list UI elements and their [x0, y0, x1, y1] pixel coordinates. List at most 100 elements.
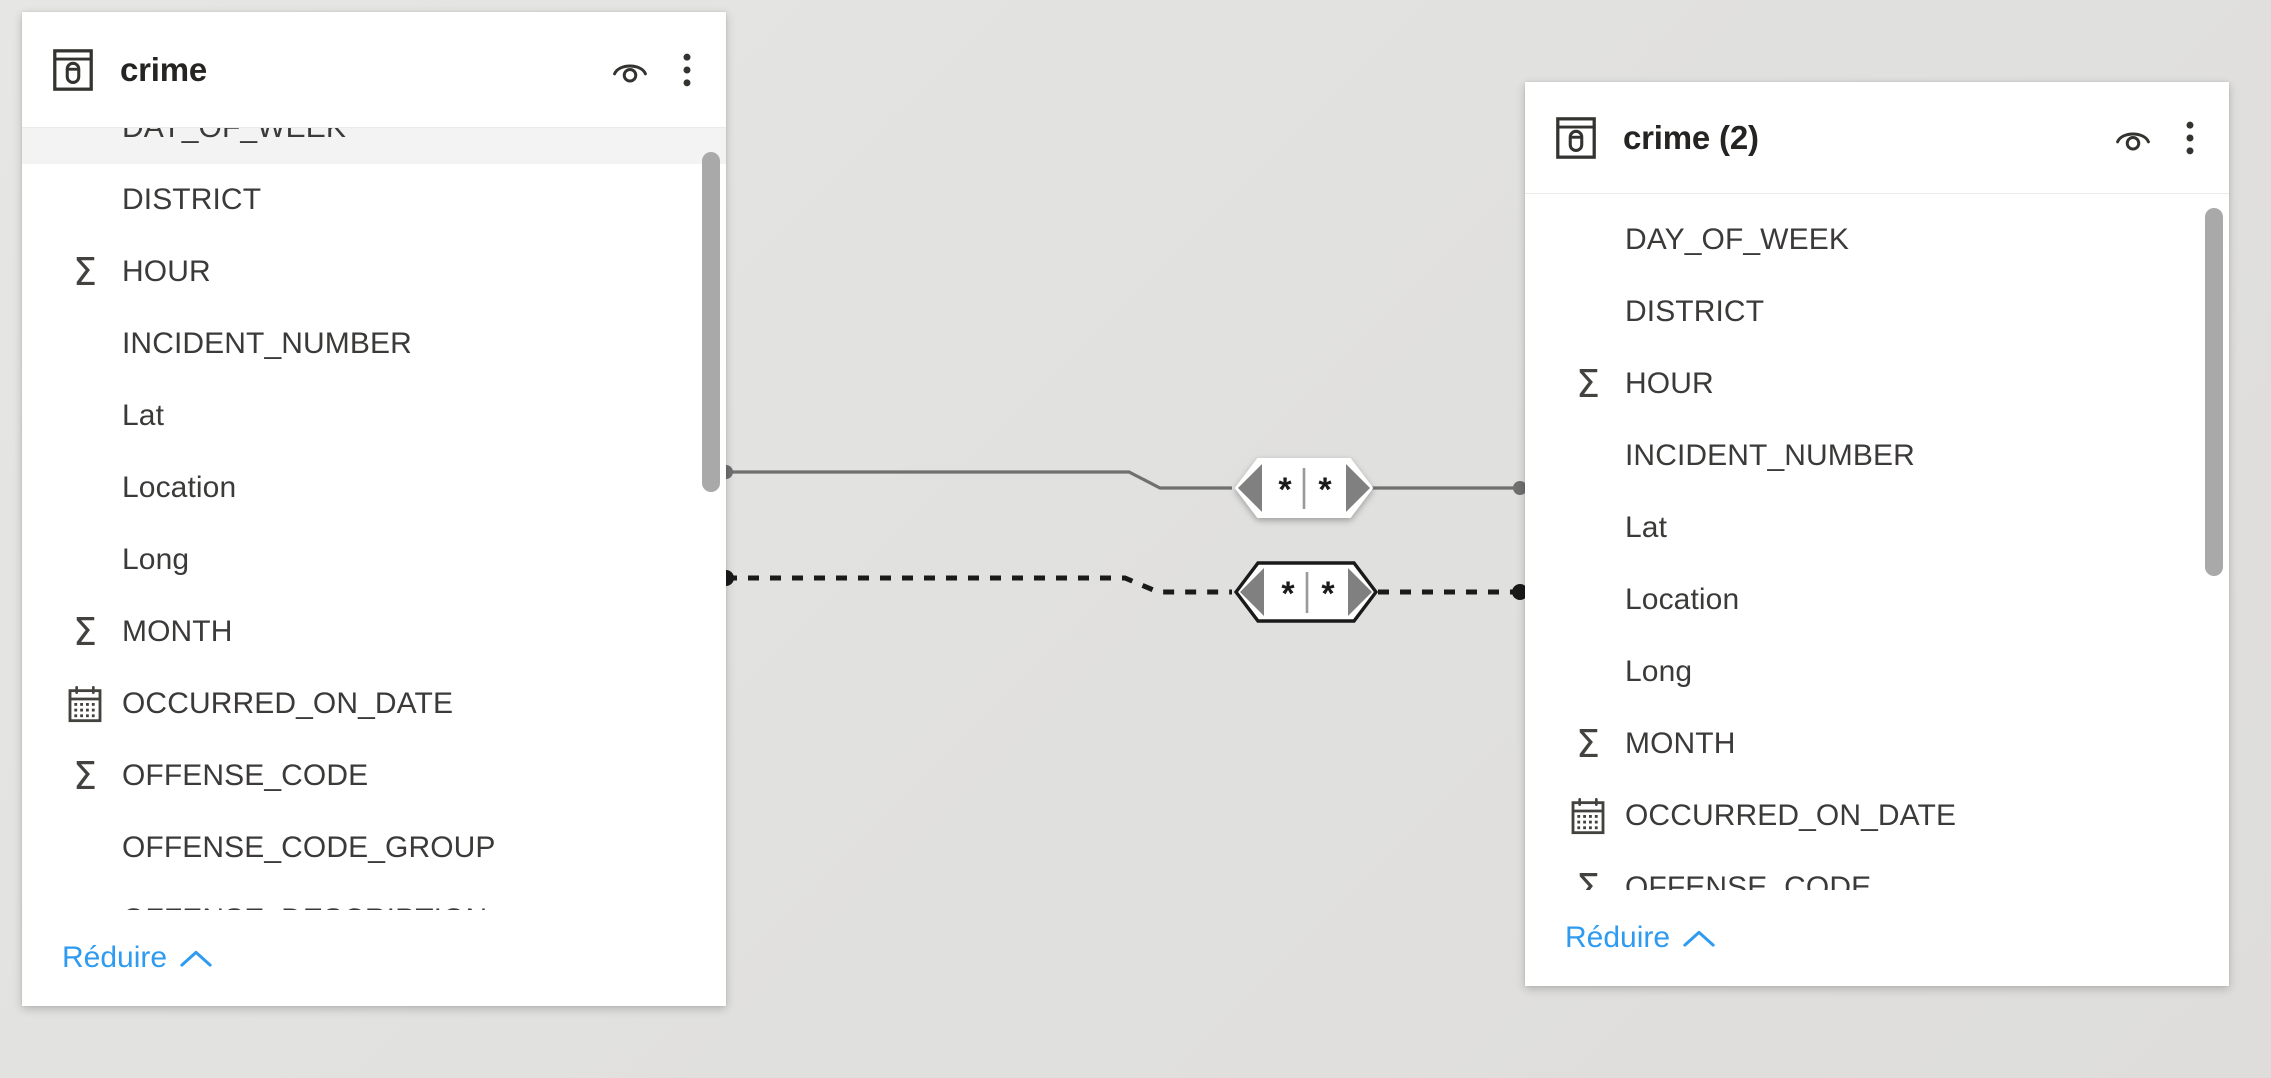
field-row[interactable]: Location	[22, 452, 726, 524]
field-name: OFFENSE_CODE	[1625, 871, 1872, 890]
badge-body	[1233, 561, 1379, 623]
eye-preview-icon[interactable]	[2111, 116, 2155, 160]
field-icon-placeholder	[1565, 217, 1611, 263]
sum-aggregate-icon: Σ	[1575, 722, 1600, 766]
field-name: HOUR	[122, 255, 211, 288]
relationship-line-inactive-left	[726, 575, 1232, 595]
field-row[interactable]: INCIDENT_NUMBER	[1525, 420, 2229, 492]
field-name: DISTRICT	[122, 183, 262, 216]
badge-cardinality-left: *	[1278, 471, 1292, 509]
badge-arrow-left	[1238, 464, 1262, 512]
field-icon-placeholder	[1565, 289, 1611, 335]
badge-cardinality-left: *	[1281, 575, 1295, 613]
field-row[interactable]: Σ HOUR	[22, 236, 726, 308]
badge-cardinality-right: *	[1318, 471, 1332, 509]
collapse-button[interactable]: Réduire	[1565, 921, 1716, 955]
more-options-icon[interactable]	[674, 48, 700, 92]
field-name: Long	[122, 543, 190, 576]
field-icon-placeholder	[1565, 433, 1611, 479]
vertical-scrollbar[interactable]	[702, 152, 720, 492]
field-icon-placeholder	[1565, 577, 1611, 623]
field-list-scroll-container: DAY_OF_WEEK DISTRICT Σ HOUR INCIDENT_NUMBER L…	[22, 128, 726, 910]
collapse-label: Réduire	[1565, 921, 1671, 954]
field-name: OFFENSE_DESCRIPTION	[122, 903, 487, 910]
field-name: INCIDENT_NUMBER	[122, 327, 412, 360]
field-list-scroll-container: DAY_OF_WEEK DISTRICT Σ HOUR INCIDENT_NUMBER L…	[1525, 204, 2229, 890]
cardinality-badge-active[interactable]: * *	[1234, 458, 1374, 518]
field-row[interactable]: OFFENSE_CODE_GROUP	[22, 812, 726, 884]
field-row[interactable]: Σ MONTH	[22, 596, 726, 668]
more-options-icon[interactable]	[2177, 116, 2203, 160]
field-name: OCCURRED_ON_DATE	[122, 687, 454, 720]
table-icon	[1553, 115, 1599, 161]
field-name: Location	[122, 471, 237, 504]
relationship-line-active-left	[726, 470, 1232, 490]
field-row[interactable]: DAY_OF_WEEK	[22, 128, 726, 164]
table-title: crime	[120, 50, 208, 88]
table-card-header[interactable]: crime	[22, 12, 726, 128]
field-row[interactable]: Σ OFFENSE_CODE	[1525, 852, 2229, 890]
table-card-footer: Réduire	[1525, 890, 2229, 986]
table-card-header[interactable]: crime (2)	[1525, 82, 2229, 194]
field-row[interactable]: Location	[1525, 564, 2229, 636]
field-name: HOUR	[1625, 367, 1714, 400]
field-row[interactable]: OCCURRED_ON_DATE	[1525, 780, 2229, 852]
chevron-up-icon	[179, 948, 213, 968]
cardinality-badge-inactive[interactable]: * *	[1233, 561, 1379, 623]
chevron-up-icon	[1682, 928, 1716, 948]
field-row[interactable]: Long	[1525, 636, 2229, 708]
field-name: Lat	[1625, 511, 1668, 544]
field-name: Long	[1625, 655, 1693, 688]
field-row[interactable]: Lat	[22, 380, 726, 452]
field-row[interactable]: Lat	[1525, 492, 2229, 564]
model-relationship-canvas[interactable]: * * * * crime DISTRICT Σ HOUR INCIDENT_N…	[0, 0, 2271, 1078]
calendar-date-icon	[1565, 793, 1611, 839]
relationship-active[interactable]	[719, 465, 1527, 495]
field-row[interactable]: Long	[22, 524, 726, 596]
field-icon-placeholder	[1565, 649, 1611, 695]
field-name: DAY_OF_WEEK	[122, 128, 346, 145]
field-name: Lat	[122, 399, 165, 432]
badge-body	[1234, 458, 1374, 518]
table-card-footer: Réduire	[22, 910, 726, 1006]
badge-cardinality-right: *	[1321, 575, 1335, 613]
field-row[interactable]: INCIDENT_NUMBER	[22, 308, 726, 380]
field-row[interactable]: OCCURRED_ON_DATE	[22, 668, 726, 740]
field-name: OFFENSE_CODE	[122, 759, 369, 792]
relationship-inactive[interactable]	[718, 570, 1528, 600]
table-card-crime-2[interactable]: crime (2) DAY_OF_WEEK DISTRICT Σ HOUR INCIDE…	[1525, 82, 2229, 986]
field-icon-placeholder	[62, 465, 108, 511]
field-name: Location	[1625, 583, 1740, 616]
field-row[interactable]: DISTRICT	[1525, 276, 2229, 348]
field-name: MONTH	[122, 615, 233, 648]
badge-arrow-left	[1240, 568, 1264, 616]
sum-aggregate-icon: Σ	[1575, 362, 1600, 406]
field-icon-placeholder	[62, 128, 108, 151]
badge-arrow-right	[1346, 464, 1370, 512]
field-icon-placeholder	[62, 177, 108, 223]
field-row[interactable]: Σ MONTH	[1525, 708, 2229, 780]
field-icon-placeholder	[62, 897, 108, 910]
field-row[interactable]: DAY_OF_WEEK	[1525, 204, 2229, 276]
field-name: DISTRICT	[1625, 295, 1765, 328]
field-name: MONTH	[1625, 727, 1736, 760]
calendar-date-icon	[62, 681, 108, 727]
field-list-crime[interactable]: DAY_OF_WEEK DISTRICT Σ HOUR INCIDENT_NUMBER L…	[22, 128, 726, 910]
vertical-scrollbar[interactable]	[2205, 208, 2223, 576]
collapse-button[interactable]: Réduire	[62, 941, 213, 975]
field-name: OCCURRED_ON_DATE	[1625, 799, 1957, 832]
table-card-crime[interactable]: crime DAY_OF_WEEK DISTRICT Σ HOUR INCIDENT_N…	[22, 12, 726, 1006]
field-row[interactable]: OFFENSE_DESCRIPTION	[22, 884, 726, 910]
field-row[interactable]: Σ HOUR	[1525, 348, 2229, 420]
sum-aggregate-icon: Σ	[1575, 866, 1600, 890]
field-row[interactable]: DISTRICT	[22, 164, 726, 236]
sum-aggregate-icon: Σ	[72, 610, 97, 654]
collapse-label: Réduire	[62, 941, 168, 974]
field-list-crime-2[interactable]: DAY_OF_WEEK DISTRICT Σ HOUR INCIDENT_NUMBER L…	[1525, 194, 2229, 890]
field-icon-placeholder	[62, 537, 108, 583]
badge-arrow-right	[1348, 568, 1372, 616]
eye-preview-icon[interactable]	[608, 48, 652, 92]
field-name: DAY_OF_WEEK	[1625, 223, 1849, 256]
field-row[interactable]: Σ OFFENSE_CODE	[22, 740, 726, 812]
field-icon-placeholder	[62, 393, 108, 439]
